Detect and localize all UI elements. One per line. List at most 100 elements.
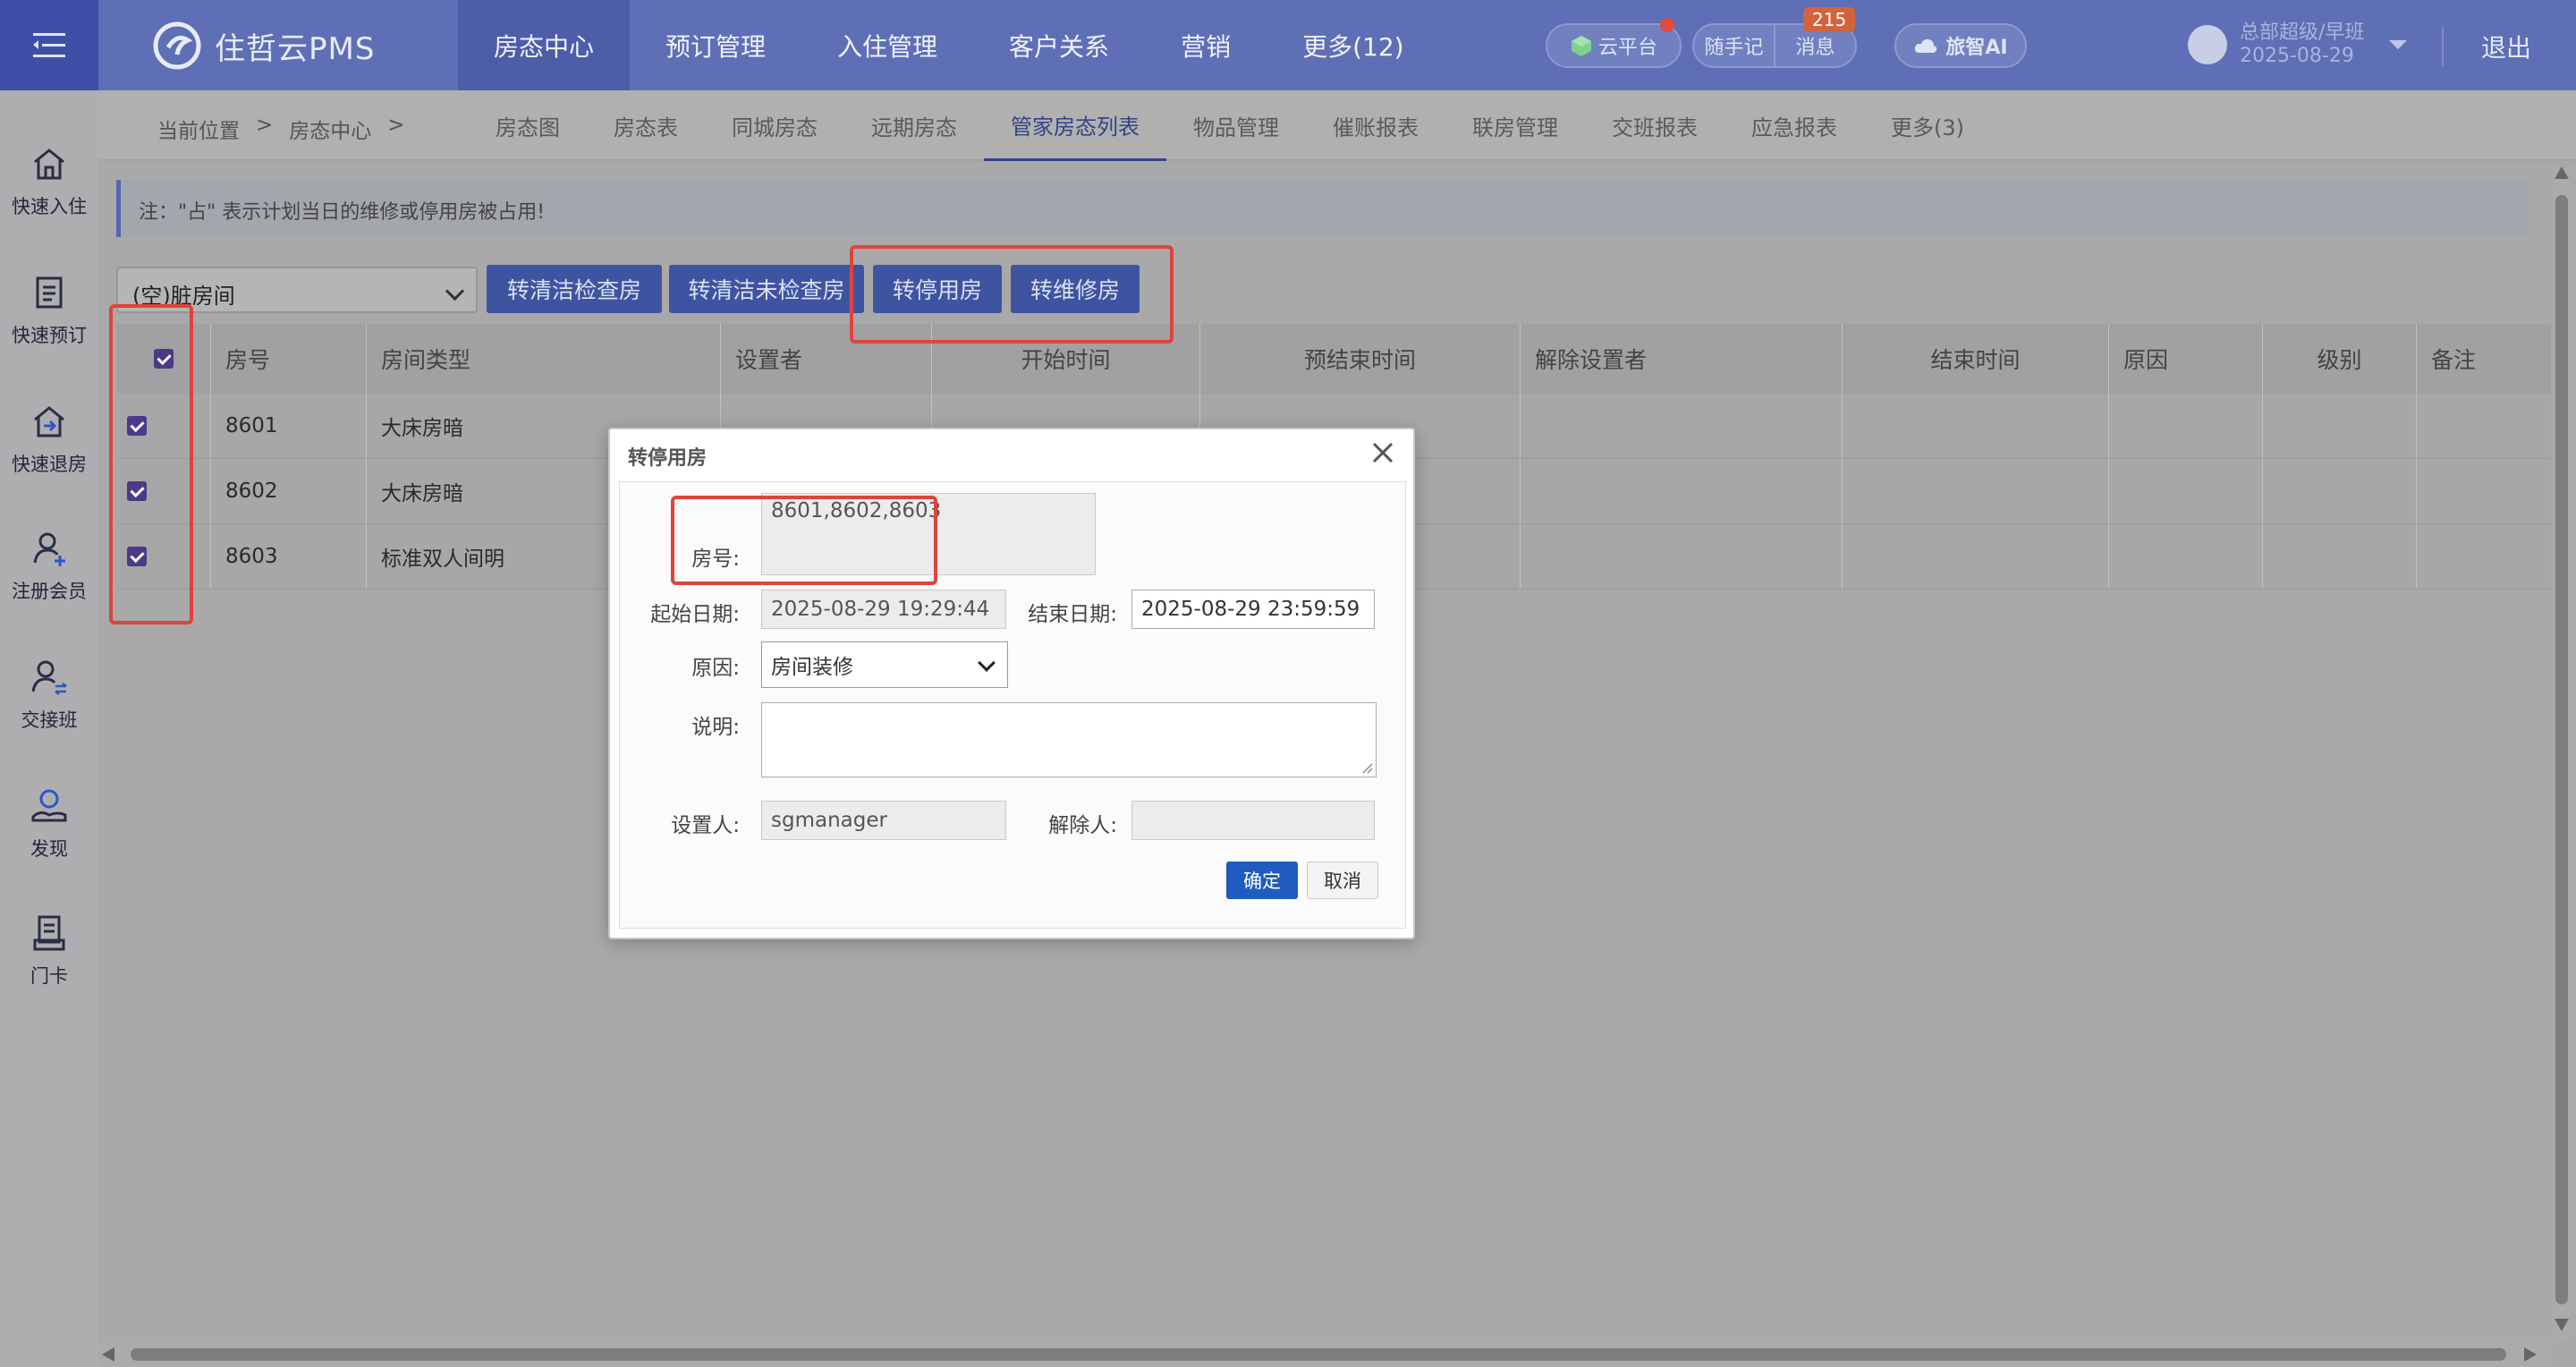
cancel-button[interactable]: 取消 <box>1307 862 1378 899</box>
releaser-field[interactable] <box>1131 801 1375 840</box>
table-cell <box>1843 459 2109 523</box>
user-name: 总部超级/早班 <box>2240 21 2365 44</box>
home-icon <box>34 149 64 180</box>
sidebar-item-label: 快速预订 <box>12 325 87 346</box>
column-header[interactable]: 级别 <box>2263 324 2417 394</box>
tab-future-status[interactable]: 远期房态 <box>844 90 984 161</box>
nav-room-status[interactable]: 房态中心 <box>458 0 631 90</box>
tab-items[interactable]: 物品管理 <box>1166 90 1306 161</box>
sidebar-item-label: 快速入住 <box>12 196 87 217</box>
setter-label: 设置人: <box>671 814 740 837</box>
scroll-left-icon[interactable] <box>102 1347 114 1362</box>
menu-icon <box>33 32 65 57</box>
tab-more[interactable]: 更多(3) <box>1864 90 1991 161</box>
nav-marketing[interactable]: 营销 <box>1145 0 1267 90</box>
card-icon <box>33 915 65 951</box>
tab-emergency-report[interactable]: 应急报表 <box>1724 90 1864 161</box>
cloud-platform-button[interactable]: 云平台 <box>1546 23 1682 68</box>
sidebar-item-handover[interactable]: 交接班 <box>0 656 98 733</box>
sub-tabs: 房态图 房态表 同城房态 远期房态 管家房态列表 物品管理 催账报表 联房管理 … <box>469 90 1991 161</box>
tab-collection-report[interactable]: 催账报表 <box>1306 90 1445 161</box>
start-date-field[interactable]: 2025-08-29 19:29:44 <box>761 590 1006 629</box>
scrollbar-thumb[interactable] <box>131 1348 2506 1361</box>
sidebar: 快速入住 快速预订 快速退房 注册会员 交接班 发现 门卡 <box>0 90 98 1367</box>
messages-button[interactable]: 消息 <box>1775 31 1855 60</box>
breadcrumb-separator: > <box>387 114 405 137</box>
top-bar: 住哲云PMS 房态中心 预订管理 入住管理 客户关系 营销 更多(12) 云平台… <box>0 0 2576 90</box>
to-clean-inspected-button[interactable]: 转清洁检查房 <box>487 265 662 313</box>
scroll-up-icon[interactable] <box>2555 166 2569 179</box>
column-header[interactable]: 结束时间 <box>1843 324 2109 394</box>
sidebar-item-label: 交接班 <box>21 709 78 731</box>
setter-field[interactable]: sgmanager <box>761 801 1006 840</box>
breadcrumb-label: 当前位置 <box>157 120 240 143</box>
scroll-right-icon[interactable] <box>2524 1347 2537 1362</box>
room-number-cell: 8603 <box>211 524 367 589</box>
releaser-label: 解除人: <box>1048 814 1117 837</box>
end-date-label: 结束日期: <box>1028 603 1117 626</box>
add-user-icon <box>33 532 65 566</box>
column-header[interactable]: 房号 <box>211 324 367 394</box>
table-cell <box>1843 394 2109 458</box>
tab-linked-rooms[interactable]: 联房管理 <box>1445 90 1585 161</box>
table-header: 房号 房间类型 设置者 开始时间 预结束时间 解除设置者 结束时间 原因 级别 … <box>116 324 2551 394</box>
end-date-field[interactable]: 2025-08-29 23:59:59 <box>1131 590 1375 629</box>
column-header[interactable]: 解除设置者 <box>1521 324 1843 394</box>
ai-button[interactable]: 旅智AI <box>1894 23 2027 68</box>
tab-room-table[interactable]: 房态表 <box>587 90 705 161</box>
logo-text: 住哲云PMS <box>215 30 376 67</box>
start-date-label: 起始日期: <box>650 603 740 626</box>
column-header[interactable]: 预结束时间 <box>1200 324 1521 394</box>
column-header[interactable]: 备注 <box>2417 324 2551 394</box>
confirm-button[interactable]: 确定 <box>1226 862 1298 899</box>
column-header[interactable]: 原因 <box>2109 324 2263 394</box>
notes-button[interactable]: 随手记 <box>1694 31 1774 60</box>
nav-customers[interactable]: 客户关系 <box>973 0 1145 90</box>
sidebar-item-label: 快速退房 <box>12 454 87 475</box>
scroll-down-icon[interactable] <box>2555 1319 2569 1331</box>
tab-shift-report[interactable]: 交班报表 <box>1585 90 1724 161</box>
resize-grip-icon[interactable] <box>1361 762 1374 775</box>
sidebar-item-quick-booking[interactable]: 快速预订 <box>0 271 98 348</box>
notification-dot <box>1660 18 1674 32</box>
close-icon[interactable] <box>1368 438 1397 467</box>
sidebar-item-label: 门卡 <box>30 965 68 987</box>
table-cell <box>2109 394 2263 458</box>
table-cell <box>2263 459 2417 523</box>
reason-select[interactable]: 房间装修 <box>761 641 1008 688</box>
tab-housekeeping-list[interactable]: 管家房态列表 <box>984 90 1166 161</box>
table-cell <box>1521 459 1843 523</box>
sidebar-item-register-member[interactable]: 注册会员 <box>0 527 98 604</box>
action-highlight-box <box>850 245 1174 344</box>
sidebar-item-quick-checkout[interactable]: 快速退房 <box>0 400 98 477</box>
checkbox-highlight-box <box>109 304 193 624</box>
scrollbar-thumb[interactable] <box>2555 195 2568 1304</box>
app-logo[interactable]: 住哲云PMS <box>152 20 375 72</box>
cloud-platform-label: 云平台 <box>1597 37 1657 59</box>
column-header[interactable]: 房间类型 <box>367 324 721 394</box>
reason-label: 原因: <box>691 657 740 680</box>
table-cell <box>1521 394 1843 458</box>
horizontal-scrollbar[interactable] <box>98 1342 2553 1367</box>
menu-toggle-button[interactable] <box>0 0 98 90</box>
user-menu[interactable]: 总部超级/早班 2025-08-29 <box>2188 21 2408 68</box>
table-cell <box>2263 524 2417 589</box>
nav-checkin[interactable]: 入住管理 <box>801 0 973 90</box>
room-number-cell: 8601 <box>211 394 367 458</box>
nav-reservations[interactable]: 预订管理 <box>630 0 801 90</box>
sidebar-item-door-card[interactable]: 门卡 <box>0 912 98 989</box>
breadcrumb-separator: > <box>256 114 274 137</box>
room-number-highlight-box <box>671 496 937 585</box>
sidebar-item-quick-checkin[interactable]: 快速入住 <box>0 142 98 219</box>
nav-more[interactable]: 更多(12) <box>1267 0 1439 90</box>
handover-icon <box>31 660 67 695</box>
tab-city-status[interactable]: 同城房态 <box>705 90 844 161</box>
logout-button[interactable]: 退出 <box>2481 29 2531 64</box>
breadcrumb-section[interactable]: 房态中心 <box>289 114 371 144</box>
description-textarea[interactable] <box>761 702 1377 777</box>
tab-room-map[interactable]: 房态图 <box>469 90 587 161</box>
to-clean-uninspected-button[interactable]: 转清洁未检查房 <box>669 265 864 313</box>
vertical-scrollbar[interactable] <box>2553 168 2571 1340</box>
description-label: 说明: <box>691 716 740 739</box>
sidebar-item-discover[interactable]: 发现 <box>0 785 98 862</box>
